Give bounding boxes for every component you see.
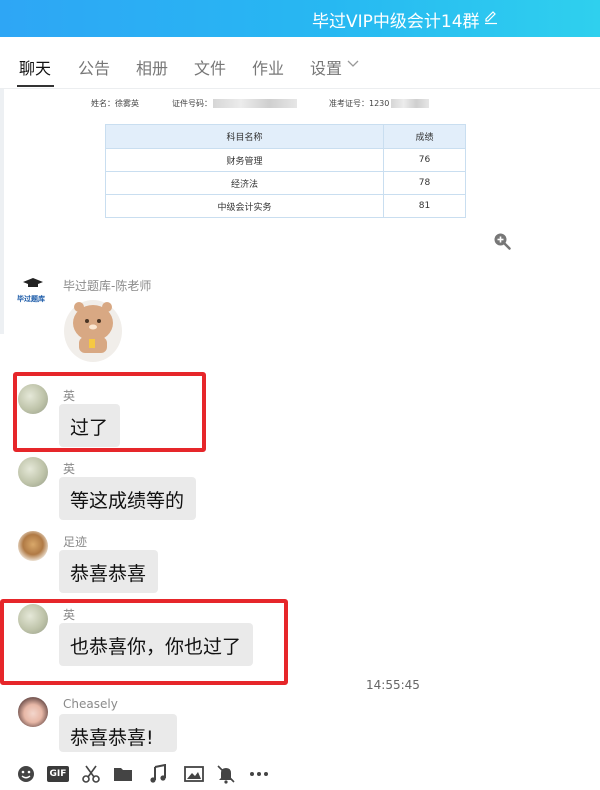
gif-icon[interactable]: GIF [47,766,69,782]
title-bar: 毕过VIP中级会计14群 [0,0,600,37]
tab-bar: 聊天 公告 相册 文件 作业 设置 [0,37,600,89]
message-bubble[interactable]: 等这成绩等的 [59,477,196,520]
sender-name: 毕过题库-陈老师 [63,279,152,293]
chevron-down-icon[interactable] [347,60,359,68]
sender-name: 英 [63,389,76,403]
subject-cell: 财务管理 [105,148,384,172]
message-bubble[interactable]: 也恭喜你，你也过了 [59,623,253,666]
score-cell: 76 [383,148,466,172]
avatar[interactable] [18,384,48,414]
redacted-exam-number [391,99,429,108]
avatar[interactable] [18,604,48,634]
sender-name: 英 [63,462,76,476]
score-table: 科目名称 成绩 财务管理 76 经济法 78 中级会计实务 81 [105,124,466,218]
header-score: 成绩 [383,124,466,149]
redacted-id [213,99,297,108]
table-header-row: 科目名称 成绩 [105,124,466,149]
avatar[interactable] [18,697,48,727]
subject-cell: 经济法 [105,171,384,195]
zoom-in-icon[interactable] [493,232,511,250]
tab-files[interactable]: 文件 [194,55,226,79]
message-bubble[interactable]: 恭喜恭喜! [59,714,177,752]
sender-name: 足迹 [63,535,88,549]
image-icon[interactable] [184,764,204,784]
tab-chat[interactable]: 聊天 [19,55,51,79]
score-cell: 81 [383,194,466,218]
sender-name: 英 [63,608,76,622]
table-row: 中级会计实务 81 [105,194,466,218]
tab-announcement[interactable]: 公告 [78,55,110,79]
tab-album[interactable]: 相册 [136,55,168,79]
message-bubble[interactable]: 恭喜恭喜 [59,550,158,593]
avatar[interactable] [18,531,48,561]
message-bubble[interactable]: 过了 [59,404,120,447]
avatar[interactable] [18,457,48,487]
input-toolbar: GIF [0,752,600,790]
tab-settings[interactable]: 设置 [310,55,342,79]
exam-number-label: 准考证号：1230 [329,99,390,108]
header-subject: 科目名称 [105,124,384,149]
active-tab-indicator [17,85,54,87]
score-cell: 78 [383,171,466,195]
score-report-image[interactable]: 姓名：徐雾英 证件号码： 准考证号：1230 科目名称 成绩 财务管理 76 经… [58,90,520,255]
name-label: 姓名：徐雾英 [91,99,139,108]
scissors-icon[interactable] [81,764,101,784]
message-timestamp: 14:55:45 [366,678,420,692]
subject-cell: 中级会计实务 [105,194,384,218]
scroll-edge [0,89,4,334]
music-icon[interactable] [148,764,168,784]
table-row: 经济法 78 [105,171,466,195]
edit-icon[interactable] [483,9,499,25]
emoji-icon[interactable] [16,764,36,784]
avatar-label: 毕过题库 [17,295,45,303]
tab-homework[interactable]: 作业 [252,55,284,79]
id-label: 证件号码： [172,99,212,108]
sender-name: Cheasely [63,697,118,711]
folder-icon[interactable] [113,764,133,784]
bear-sticker[interactable] [63,295,123,363]
more-icon[interactable] [249,764,269,784]
window-title: 毕过VIP中级会计14群 [312,12,480,32]
mute-bell-icon[interactable] [216,764,236,784]
table-row: 财务管理 76 [105,148,466,172]
